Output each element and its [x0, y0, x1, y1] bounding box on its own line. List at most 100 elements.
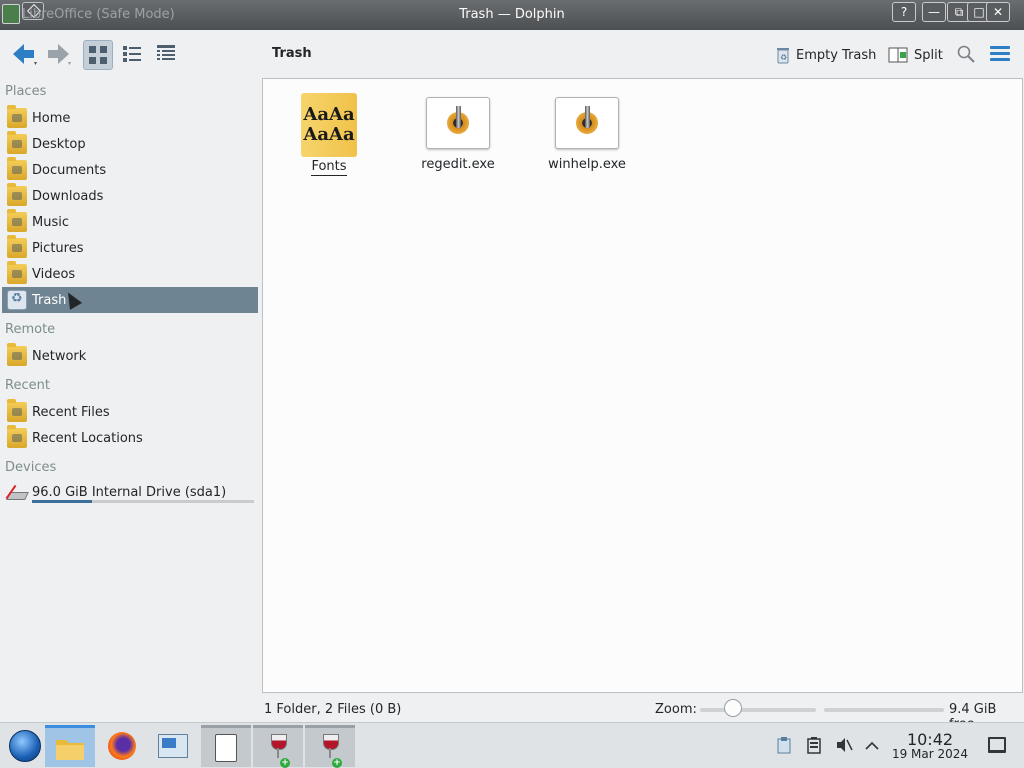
help-button[interactable]: ?	[892, 2, 916, 22]
start-orb-icon	[9, 730, 41, 762]
drive-usage-bar	[32, 500, 254, 503]
task-system-settings[interactable]	[148, 725, 198, 767]
search-icon	[957, 45, 975, 63]
empty-trash-icon: ♻	[777, 48, 789, 64]
speaker-muted-icon[interactable]	[834, 735, 854, 755]
close-button[interactable]: ✕	[986, 2, 1010, 22]
wine-glass-icon: +	[268, 733, 290, 768]
task-firefox[interactable]	[97, 725, 147, 767]
file-view[interactable]: AaAa AaAa Fonts regedit.exe winhelp.exe	[262, 78, 1023, 693]
sidebar-item-recent-locations[interactable]: Recent Locations	[2, 425, 258, 451]
section-places: Places	[5, 84, 47, 99]
show-desktop-button[interactable]	[988, 737, 1006, 753]
icons-view-button[interactable]	[83, 40, 113, 70]
file-item-regedit[interactable]: regedit.exe	[408, 93, 508, 172]
taskbar: + + 10:42 19 Mar 2024	[0, 722, 1024, 768]
task-libreoffice[interactable]	[201, 725, 251, 767]
videos-folder-icon	[7, 261, 27, 284]
sidebar-item-documents[interactable]: Documents	[2, 157, 258, 183]
sidebar-item-network[interactable]: Network	[2, 343, 258, 369]
sidebar-item-label: Recent Files	[32, 404, 110, 420]
downloads-folder-icon	[7, 183, 27, 206]
sidebar-item-home[interactable]: Home	[2, 105, 258, 131]
split-view-icon	[888, 47, 908, 63]
sidebar-item-videos[interactable]: Videos	[2, 261, 258, 287]
sidebar-item-pictures[interactable]: Pictures	[2, 235, 258, 261]
wine-glass-icon: +	[320, 733, 342, 768]
task-dolphin[interactable]	[45, 725, 95, 767]
status-bar: 1 Folder, 2 Files (0 B) Zoom: 9.4 GiB fr…	[0, 698, 1024, 732]
file-item-winhelp[interactable]: winhelp.exe	[537, 93, 637, 172]
minimize-button[interactable]: —	[922, 2, 946, 22]
toolbar: Trash ♻ Empty Trash Split	[0, 30, 1024, 78]
empty-trash-button[interactable]: ♻ Empty Trash	[776, 46, 876, 64]
zoom-slider-handle[interactable]	[724, 699, 742, 717]
pictures-folder-icon	[7, 235, 27, 258]
back-button[interactable]	[10, 40, 40, 68]
svg-text:♻: ♻	[780, 53, 787, 62]
sidebar-item-label: Network	[32, 348, 87, 364]
clock-time: 10:42	[906, 730, 954, 749]
clipboard-icon[interactable]	[774, 735, 794, 755]
start-menu-button[interactable]	[0, 725, 50, 767]
section-remote: Remote	[5, 322, 56, 337]
sidebar-item-music[interactable]: Music	[2, 209, 258, 235]
fonts-folder-icon: AaAa AaAa	[301, 93, 357, 157]
home-folder-icon	[7, 105, 27, 128]
compact-view-button[interactable]	[118, 40, 148, 70]
sidebar-item-label: Trash	[32, 292, 67, 308]
document-icon	[215, 733, 237, 762]
title-bar: LibreOffice (Safe Mode) Trash — Dolphin …	[0, 0, 1024, 30]
search-button[interactable]	[956, 44, 976, 68]
sidebar-item-label: Desktop	[32, 136, 86, 152]
details-view-icon	[157, 45, 175, 60]
section-recent: Recent	[5, 378, 50, 393]
sidebar-item-label: Videos	[32, 266, 76, 282]
recent-locations-icon	[7, 425, 27, 448]
folder-icon	[56, 739, 84, 760]
zoom-label: Zoom:	[655, 702, 697, 717]
details-view-button[interactable]	[152, 40, 182, 70]
clock[interactable]: 10:42 19 Mar 2024	[888, 731, 972, 761]
file-item-fonts[interactable]: AaAa AaAa Fonts	[279, 93, 379, 176]
recent-files-icon	[7, 399, 27, 422]
window-title: Trash — Dolphin	[459, 7, 565, 22]
task-wine-app-1[interactable]: +	[253, 725, 303, 768]
sidebar-item-recent-files[interactable]: Recent Files	[2, 399, 258, 425]
zoom-slider[interactable]	[700, 708, 816, 712]
music-folder-icon	[7, 209, 27, 232]
hamburger-icon	[990, 46, 1010, 49]
task-wine-app-2[interactable]: +	[305, 725, 355, 768]
battery-icon[interactable]	[804, 735, 824, 755]
drive-usage-fill	[32, 500, 92, 503]
compact-view-icon	[123, 46, 141, 62]
empty-trash-label: Empty Trash	[796, 47, 877, 63]
drive-icon	[7, 482, 27, 502]
file-name: regedit.exe	[421, 157, 495, 172]
network-folder-icon	[7, 343, 27, 366]
split-label: Split	[914, 47, 943, 63]
wine-executable-icon	[426, 97, 490, 149]
sidebar-item-downloads[interactable]: Downloads	[2, 183, 258, 209]
section-devices: Devices	[5, 460, 57, 475]
icons-view-icon	[89, 46, 107, 64]
wine-executable-icon	[555, 97, 619, 149]
file-name: winhelp.exe	[548, 157, 626, 172]
sidebar-item-label: Documents	[32, 162, 107, 178]
sidebar-item-label: 96.0 GiB Internal Drive (sda1)	[32, 484, 227, 500]
clock-date: 19 Mar 2024	[891, 747, 969, 761]
chevron-up-icon[interactable]	[862, 735, 882, 755]
status-summary: 1 Folder, 2 Files (0 B)	[264, 702, 402, 717]
sidebar-item-label: Pictures	[32, 240, 84, 256]
hamburger-menu-button[interactable]	[990, 46, 1010, 62]
forward-button[interactable]	[44, 40, 74, 68]
sidebar-item-trash[interactable]: Trash	[2, 287, 258, 313]
breadcrumb[interactable]: Trash	[272, 46, 312, 61]
split-button[interactable]: Split	[888, 46, 943, 64]
documents-folder-icon	[7, 157, 27, 180]
network-monitor-icon	[158, 734, 188, 758]
sidebar-item-label: Downloads	[32, 188, 104, 204]
sidebar-item-label: Recent Locations	[32, 430, 143, 446]
sidebar-item-desktop[interactable]: Desktop	[2, 131, 258, 157]
sidebar-item-label: Home	[32, 110, 71, 126]
